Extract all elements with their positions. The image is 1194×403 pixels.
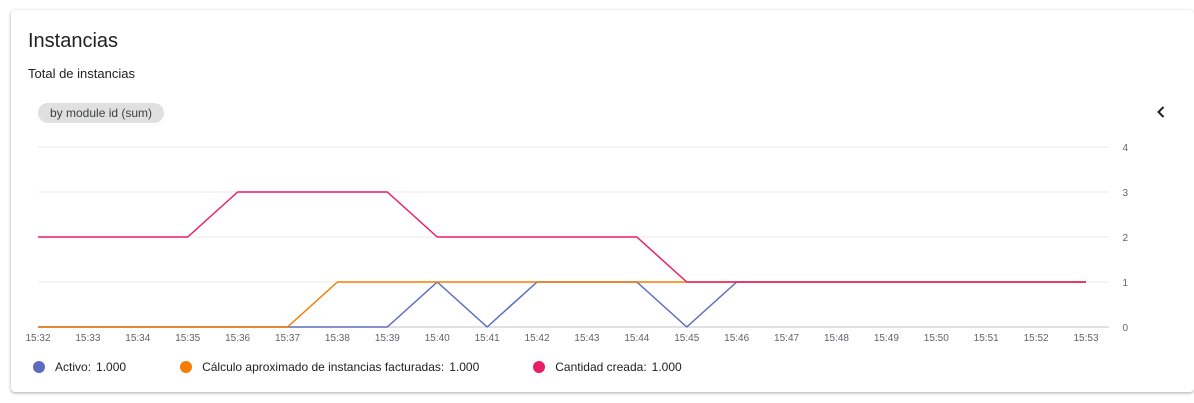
series-line-cálculo — [38, 281, 1086, 328]
y-tick-label: 0 — [1122, 323, 1128, 334]
legend-dot-calculo — [180, 361, 193, 373]
x-tick-label: 15:49 — [874, 333, 899, 344]
legend-label: Cálculo aproximado de instancias factura… — [202, 360, 441, 374]
chart-legend: Activo: 1.000 Cálculo aproximado de inst… — [33, 360, 736, 374]
legend-dot-activo — [33, 361, 45, 373]
x-tick-label: 15:47 — [774, 333, 799, 344]
x-tick-label: 15:35 — [175, 333, 200, 344]
x-tick-label: 15:53 — [1073, 333, 1098, 344]
x-tick-label: 15:33 — [75, 333, 100, 344]
instances-card: Instancias Total de instancias by module… — [11, 10, 1194, 392]
x-tick-label: 15:45 — [674, 333, 699, 344]
legend-dot-cantidad — [533, 361, 546, 373]
y-tick-label: 4 — [1122, 143, 1128, 154]
x-tick-label: 15:48 — [824, 333, 849, 344]
x-tick-label: 15:51 — [974, 333, 999, 344]
legend-value: 1.000 — [96, 360, 127, 374]
x-tick-label: 15:50 — [924, 333, 949, 344]
series-line-activo — [38, 281, 1086, 328]
legend-label: Activo — [55, 360, 88, 374]
legend-value: 1.000 — [449, 360, 480, 374]
x-tick-label: 15:34 — [125, 333, 150, 344]
legend-item-cantidad[interactable]: Cantidad creada: 1.000 — [533, 360, 682, 374]
y-tick-label: 3 — [1122, 188, 1128, 199]
x-tick-label: 15:52 — [1024, 333, 1049, 344]
x-tick-label: 15:39 — [375, 333, 400, 344]
x-tick-label: 15:46 — [724, 333, 749, 344]
x-tick-label: 15:44 — [624, 333, 649, 344]
line-chart: 0 1 2 3 4 15:32 15:33 15:34 15:35 15:36 15:37 15:38… — [25, 143, 1128, 344]
x-tick-label: 15:38 — [325, 333, 350, 344]
y-tick-label: 2 — [1122, 233, 1128, 244]
x-tick-label: 15:36 — [225, 333, 250, 344]
y-tick-label: 1 — [1122, 278, 1128, 289]
legend-label: Cantidad creada — [555, 360, 644, 374]
x-tick-label: 15:40 — [425, 333, 450, 344]
legend-item-calculo[interactable]: Cálculo aproximado de instancias factura… — [180, 360, 479, 374]
x-tick-label: 15:41 — [475, 333, 500, 344]
legend-item-activo[interactable]: Activo: 1.000 — [33, 360, 126, 374]
x-tick-label: 15:42 — [525, 333, 550, 344]
legend-value: 1.000 — [651, 360, 682, 374]
x-tick-label: 15:32 — [25, 333, 50, 344]
x-tick-label: 15:37 — [275, 333, 300, 344]
x-tick-label: 15:43 — [574, 333, 599, 344]
